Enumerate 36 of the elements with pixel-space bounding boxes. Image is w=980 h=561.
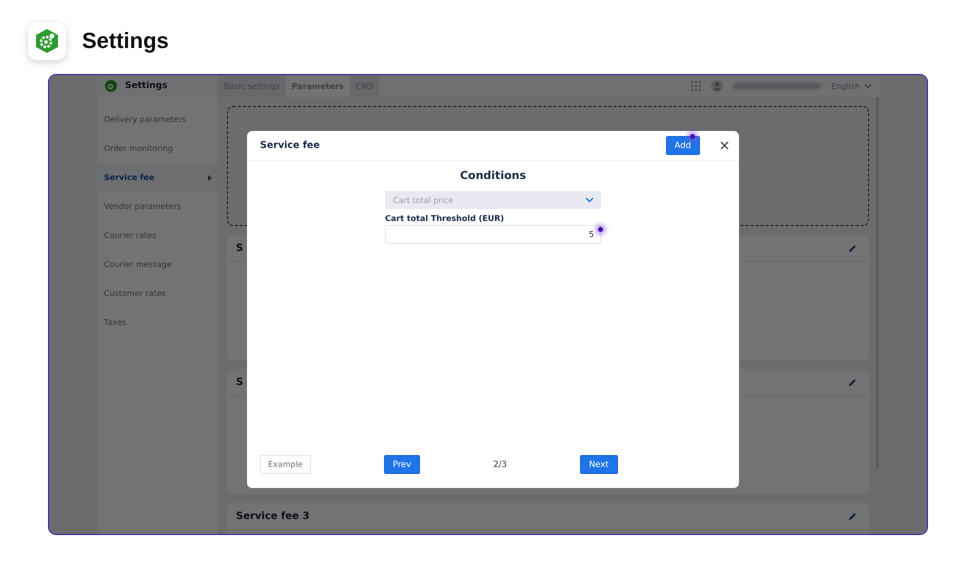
close-icon[interactable] [720, 141, 729, 150]
next-button[interactable]: Next [580, 455, 618, 474]
sidebar-item[interactable]: Vendor parameters [97, 192, 218, 221]
apps-grid-icon[interactable] [691, 81, 702, 91]
chevron-down-icon [864, 83, 872, 89]
pencil-icon[interactable] [848, 378, 857, 386]
card-title: S [236, 242, 244, 254]
brand-name: Settings [125, 81, 168, 91]
card-title: S [236, 376, 244, 388]
sidebar-item[interactable]: Courier rates [97, 221, 218, 250]
section-heading: Conditions [460, 169, 526, 182]
pencil-icon[interactable] [848, 512, 857, 520]
sidebar-item[interactable]: Service fee [97, 163, 218, 192]
app-icon [28, 22, 66, 60]
sidebar-item[interactable]: Order monitoring [97, 134, 218, 163]
threshold-input[interactable]: 5 [385, 225, 601, 244]
user-avatar-icon[interactable] [711, 80, 724, 92]
page-indicator: 2/3 [493, 460, 507, 470]
sidebar-item[interactable]: Delivery parameters [97, 105, 218, 134]
prev-button[interactable]: Prev [384, 455, 420, 474]
chevron-down-icon [585, 197, 594, 203]
modal-title: Service fee [260, 140, 320, 151]
pencil-icon[interactable] [848, 244, 857, 252]
gear-logo-icon [105, 80, 117, 92]
page-title: Settings [82, 28, 169, 54]
highlight-dot [598, 227, 603, 232]
card-title: Service fee 3 [236, 510, 310, 522]
sidebar-item[interactable]: Customer rates [97, 279, 218, 308]
caret-right-icon [208, 174, 212, 180]
condition-select[interactable]: Cart total price [385, 191, 601, 209]
sidebar-item[interactable]: Taxes [97, 308, 218, 337]
example-button[interactable]: Example [260, 455, 311, 474]
sidebar-item[interactable]: Courier message [97, 250, 218, 279]
field-label: Cart total Threshold (EUR) [385, 214, 506, 223]
highlight-dot [690, 134, 695, 139]
add-button[interactable]: Add [666, 136, 700, 155]
